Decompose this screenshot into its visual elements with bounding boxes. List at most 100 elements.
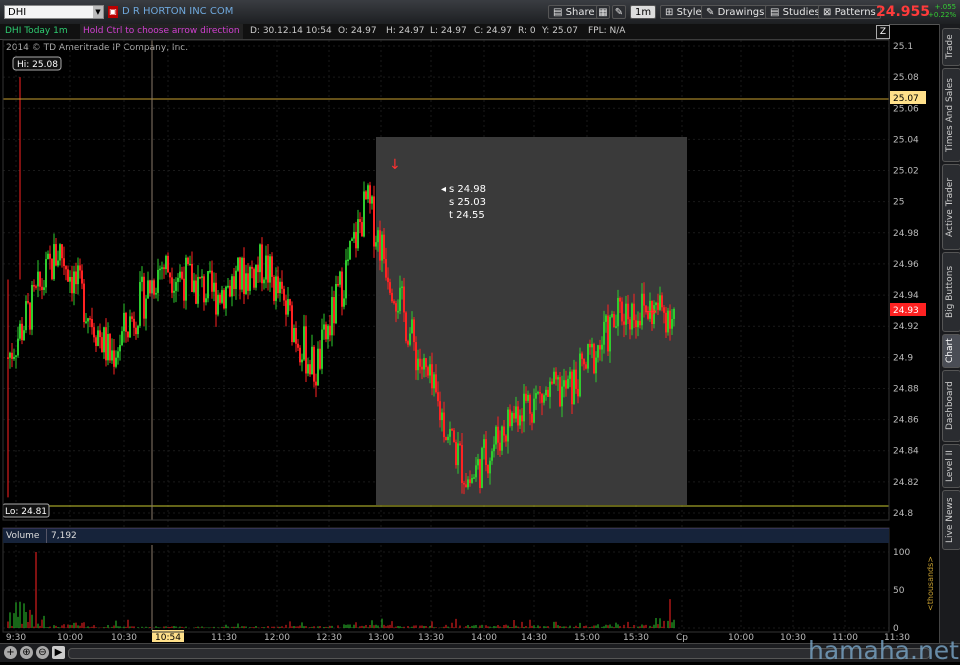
candle-body <box>561 386 563 407</box>
candle-body <box>657 302 659 310</box>
candle-body <box>493 444 495 452</box>
tab-live-news[interactable]: Live News <box>942 490 960 550</box>
candle-body <box>119 345 121 352</box>
tab-active-trader[interactable]: Active Trader <box>942 164 960 250</box>
candle-body <box>113 350 115 367</box>
candle-body <box>79 265 81 271</box>
candle-body <box>293 327 295 343</box>
red-price-marker: 24.93 <box>890 303 926 316</box>
pan-icon[interactable]: + <box>4 646 17 659</box>
candle-body <box>411 319 413 334</box>
price-axis: 25.1 25.08 25.06 25.04 25.02 25 24.98 24.96 24.9… <box>893 42 919 519</box>
volume-panel-frame <box>2 527 890 633</box>
candle-body <box>477 459 479 466</box>
zoom-out-icon[interactable]: ⊖ <box>36 646 49 659</box>
candle-body <box>67 269 69 282</box>
candle-body <box>131 316 133 319</box>
candle-body <box>87 318 89 322</box>
candle-body <box>623 321 625 325</box>
candle-body <box>535 393 537 399</box>
candle-body <box>129 316 131 338</box>
candle-body <box>389 282 391 293</box>
candle-body <box>311 346 313 375</box>
candle-body <box>435 374 437 393</box>
candle-body <box>47 253 49 260</box>
candle-body <box>287 299 289 315</box>
candle-body <box>269 256 271 283</box>
candle-body <box>501 426 503 451</box>
candle-body <box>309 364 311 375</box>
candle-body <box>31 285 33 330</box>
candle-body <box>285 300 287 315</box>
candle-body <box>303 326 305 360</box>
candle-body <box>271 256 273 277</box>
play-icon[interactable]: ▶ <box>52 646 65 659</box>
candle-body <box>551 381 553 384</box>
candle-body <box>223 290 225 309</box>
candle-body <box>111 350 113 361</box>
candle-body <box>37 271 39 287</box>
lo-marker: Lo: 24.81 <box>2 503 50 518</box>
candle-body <box>215 282 217 315</box>
volume-axis: 100500 <box>893 548 910 634</box>
candle-body <box>299 347 301 363</box>
tab-trade[interactable]: Trade <box>942 28 960 66</box>
candle-body <box>233 276 235 290</box>
candle-body <box>539 392 541 394</box>
scroll-track[interactable] <box>68 648 930 659</box>
candle-body <box>181 271 183 279</box>
candle-body <box>525 393 527 401</box>
candle-body <box>489 460 491 474</box>
price-tick-label: 25.02 <box>893 167 919 177</box>
candle-body <box>661 295 663 308</box>
candle-body <box>347 259 349 262</box>
zoom-in-icon[interactable]: ⊕ <box>20 646 33 659</box>
candle-body <box>509 409 511 426</box>
candle-body <box>249 266 251 291</box>
candle-body <box>393 301 395 304</box>
candle-body <box>365 191 367 200</box>
candle-body <box>323 324 325 330</box>
candle-body <box>519 415 521 426</box>
candle-body <box>39 271 41 287</box>
tab-times-and-sales[interactable]: Times And Sales <box>942 68 960 162</box>
candle-body <box>633 303 635 321</box>
time-tick-label: 13:30 <box>418 633 444 643</box>
candle-body <box>229 285 231 297</box>
candle-body <box>9 352 11 358</box>
candle-body <box>589 343 591 348</box>
price-chart[interactable]: 25.1 25.08 25.06 25.04 25.02 25 24.98 24.96 24.9… <box>0 0 960 661</box>
candle-body <box>595 357 597 374</box>
candle-body <box>73 271 75 294</box>
candle-body <box>127 331 129 338</box>
candle-body <box>461 445 463 483</box>
tab-level-ii[interactable]: Level II <box>942 444 960 488</box>
candle-body <box>475 465 477 478</box>
tab-dashboard[interactable]: Dashboard <box>942 370 960 442</box>
price-tick-label: 24.88 <box>893 384 919 394</box>
price-tick-label: 24.94 <box>893 291 919 301</box>
volume-tick-label: 50 <box>893 586 905 596</box>
candle-body <box>251 266 253 269</box>
candle-body <box>361 222 363 237</box>
candle-body <box>19 323 21 339</box>
candle-body <box>179 271 181 278</box>
candle-body <box>89 318 91 320</box>
time-tick-label: 10:54 <box>155 633 181 643</box>
right-tab-bar: Trade Times And Sales Active Trader Big … <box>939 24 960 644</box>
candle-body <box>405 312 407 342</box>
candle-body <box>139 281 141 326</box>
candle-body <box>199 276 201 279</box>
candle-body <box>449 429 451 437</box>
tab-chart[interactable]: Chart <box>942 334 960 368</box>
candle-body <box>455 441 457 466</box>
candle-body <box>395 303 397 312</box>
candle-body <box>317 348 319 386</box>
tab-big-buttons[interactable]: Big Buttons <box>942 252 960 332</box>
candle-body <box>593 343 595 374</box>
hi-label: Hi: 25.08 <box>17 60 58 70</box>
candle-body <box>565 380 567 389</box>
candle-body <box>15 355 17 357</box>
time-tick-label: 11:30 <box>211 633 237 643</box>
candle-body <box>511 412 513 426</box>
